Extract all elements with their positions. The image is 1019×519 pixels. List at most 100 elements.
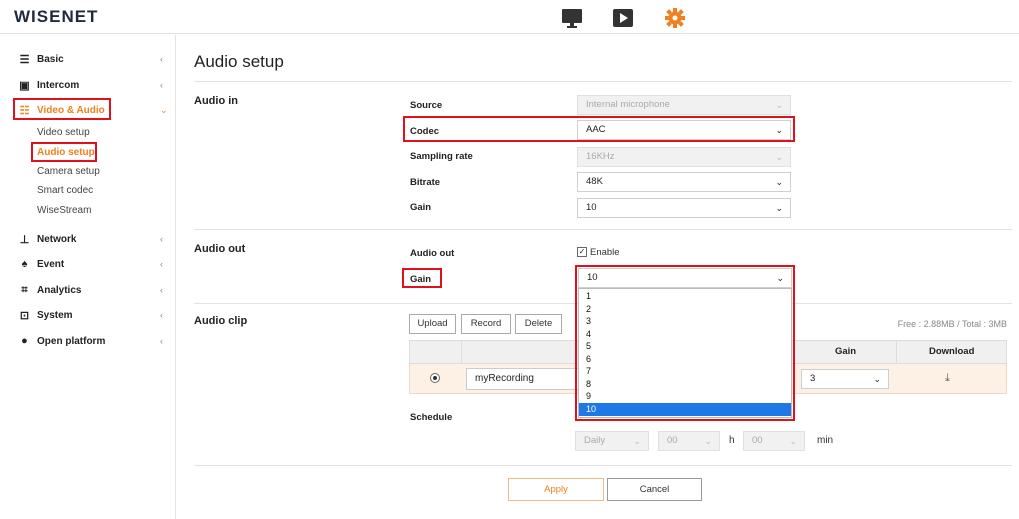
chevron-left-icon: ‹ [160, 80, 163, 90]
wisenet-logo: WISENET [14, 7, 99, 26]
audio-in-gain-select[interactable]: 10 ⌄ [577, 198, 791, 218]
sidebar-item-label: Open platform [37, 335, 106, 347]
sampling-rate-select: 16KHz ⌄ [577, 147, 791, 167]
intercom-icon: ▣ [19, 80, 30, 92]
schedule-period: Daily [584, 435, 606, 446]
page-title: Audio setup [194, 52, 284, 71]
source-label: Source [410, 100, 443, 111]
source-value: Internal microphone [586, 99, 670, 110]
storage-info: Free : 2.88MB / Total : 3MB [897, 319, 1007, 329]
enable-checkbox[interactable]: ✓ [577, 247, 587, 257]
sidebar-subitem-camera-setup[interactable]: Camera setup [37, 166, 100, 177]
chevron-down-icon: ⌄ [775, 177, 783, 187]
chevron-down-icon: ⌄ [789, 436, 797, 446]
sidebar-item-intercom[interactable]: ▣ Intercom [18, 79, 79, 92]
sidebar-item-label: Intercom [37, 80, 80, 91]
radio-dot [433, 376, 437, 380]
schedule-label: Schedule [410, 412, 453, 423]
chevron-down-icon: ⌄ [775, 100, 783, 110]
schedule-minute: 00 [752, 435, 763, 446]
chevron-left-icon: ‹ [160, 336, 163, 346]
codec-value: AAC [586, 124, 606, 135]
analytics-icon: ⌗ [21, 284, 28, 296]
schedule-period-select: Daily ⌄ [575, 431, 649, 451]
bitrate-select[interactable]: 48K ⌄ [577, 172, 791, 192]
chevron-down-icon: ⌄ [633, 436, 641, 446]
gain-value: 10 [586, 202, 597, 213]
list-icon: ☰ [19, 54, 30, 66]
column-divider [461, 340, 462, 364]
chevron-down-icon: ⌄ [704, 436, 712, 446]
network-icon: ⊥ [19, 234, 30, 246]
sidebar-subitem-smart-codec[interactable]: Smart codec [37, 185, 93, 196]
platform-icon: ● [21, 335, 28, 347]
sidebar-item-label: Analytics [37, 285, 82, 296]
divider [194, 81, 1012, 82]
chevron-down-icon: ⌄ [873, 374, 881, 384]
divider [194, 465, 1012, 466]
download-column-header: Download [929, 346, 975, 357]
clip-name-input[interactable]: myRecording [466, 368, 581, 390]
section-audio-in: Audio in [194, 95, 238, 107]
sidebar-item-label: Network [37, 234, 77, 245]
clip-radio[interactable] [430, 373, 440, 383]
sidebar-item-open-platform[interactable]: ● Open platform [18, 335, 105, 347]
sidebar-item-network[interactable]: ⊥ Network [18, 233, 77, 246]
schedule-minute-select: 00 ⌄ [743, 431, 805, 451]
chevron-down-icon: ⌄ [160, 105, 168, 115]
download-icon[interactable]: ⤓ [945, 372, 950, 385]
codec-select[interactable]: AAC ⌄ [577, 120, 791, 140]
chevron-down-icon: ⌄ [775, 203, 783, 213]
play-icon[interactable] [612, 8, 634, 28]
sidebar: ☰ Basic ‹ ▣ Intercom ‹ ☷ Video & Audio ⌄ Vi… [0, 35, 176, 519]
sampling-rate-label: Sampling rate [410, 151, 473, 162]
highlight-box [575, 265, 795, 421]
bell-icon: ♠ [21, 258, 28, 270]
sidebar-item-event[interactable]: ♠ Event [18, 258, 65, 270]
chevron-left-icon: ‹ [160, 54, 163, 64]
sidebar-item-system[interactable]: ⊡ System [18, 309, 73, 322]
audio-out-label: Audio out [410, 248, 455, 259]
delete-button[interactable]: Delete [515, 314, 562, 334]
clip-gain-select[interactable]: 3 ⌄ [801, 369, 889, 389]
sidebar-subitem-video-setup[interactable]: Video setup [37, 127, 90, 138]
top-header: WISENET [0, 0, 1019, 34]
chevron-down-icon: ⌄ [775, 152, 783, 162]
cancel-button[interactable]: Cancel [607, 478, 702, 501]
sampling-rate-value: 16KHz [586, 151, 615, 162]
clip-gain-value: 3 [810, 373, 816, 384]
chevron-left-icon: ‹ [160, 310, 163, 320]
schedule-hour: 00 [667, 435, 678, 446]
sidebar-item-basic[interactable]: ☰ Basic [18, 53, 64, 66]
sidebar-subitem-wisestream[interactable]: WiseStream [37, 205, 91, 216]
sidebar-item-label: System [37, 310, 73, 321]
highlight-box [402, 268, 442, 288]
system-icon: ⊡ [19, 310, 30, 322]
bitrate-value: 48K [586, 176, 603, 187]
gear-icon[interactable] [664, 8, 686, 28]
section-audio-clip: Audio clip [194, 315, 248, 327]
apply-button[interactable]: Apply [508, 478, 604, 501]
enable-label: Enable [590, 247, 620, 258]
chevron-left-icon: ‹ [160, 259, 163, 269]
schedule-hour-select: 00 ⌄ [658, 431, 720, 451]
chevron-down-icon: ⌄ [775, 125, 783, 135]
gain-label: Gain [410, 202, 432, 213]
bitrate-label: Bitrate [410, 177, 441, 188]
sidebar-item-analytics[interactable]: ⌗ Analytics [18, 284, 81, 297]
record-button[interactable]: Record [461, 314, 511, 334]
chevron-left-icon: ‹ [160, 234, 163, 244]
divider [194, 229, 1012, 230]
highlight-box [13, 98, 111, 120]
hour-unit: h [729, 435, 735, 446]
sidebar-item-label: Basic [37, 54, 64, 65]
monitor-icon[interactable] [561, 8, 583, 28]
source-select: Internal microphone ⌄ [577, 95, 791, 115]
upload-button[interactable]: Upload [409, 314, 456, 334]
gain-column-header: Gain [835, 346, 857, 357]
sidebar-item-label: Event [37, 258, 65, 270]
section-audio-out: Audio out [194, 243, 246, 255]
chevron-left-icon: ‹ [160, 285, 163, 295]
minute-unit: min [817, 435, 834, 446]
highlight-box [31, 142, 97, 162]
